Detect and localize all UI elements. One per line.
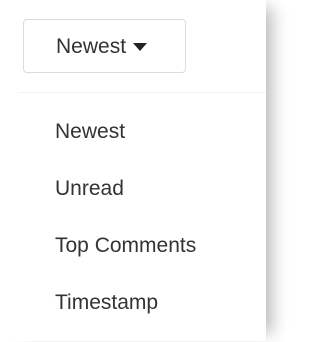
sort-dropdown-button[interactable]: Newest <box>23 19 186 73</box>
sort-selected-label: Newest <box>56 34 127 58</box>
caret-down-icon <box>133 43 148 51</box>
sort-options-menu: Newest Unread Top Comments Timestamp <box>0 114 266 342</box>
sort-option-timestamp[interactable]: Timestamp <box>0 285 266 342</box>
menu-divider <box>18 92 266 93</box>
sort-option-top-comments[interactable]: Top Comments <box>0 228 266 285</box>
sort-option-unread[interactable]: Unread <box>0 171 266 228</box>
sort-option-newest[interactable]: Newest <box>0 114 266 171</box>
